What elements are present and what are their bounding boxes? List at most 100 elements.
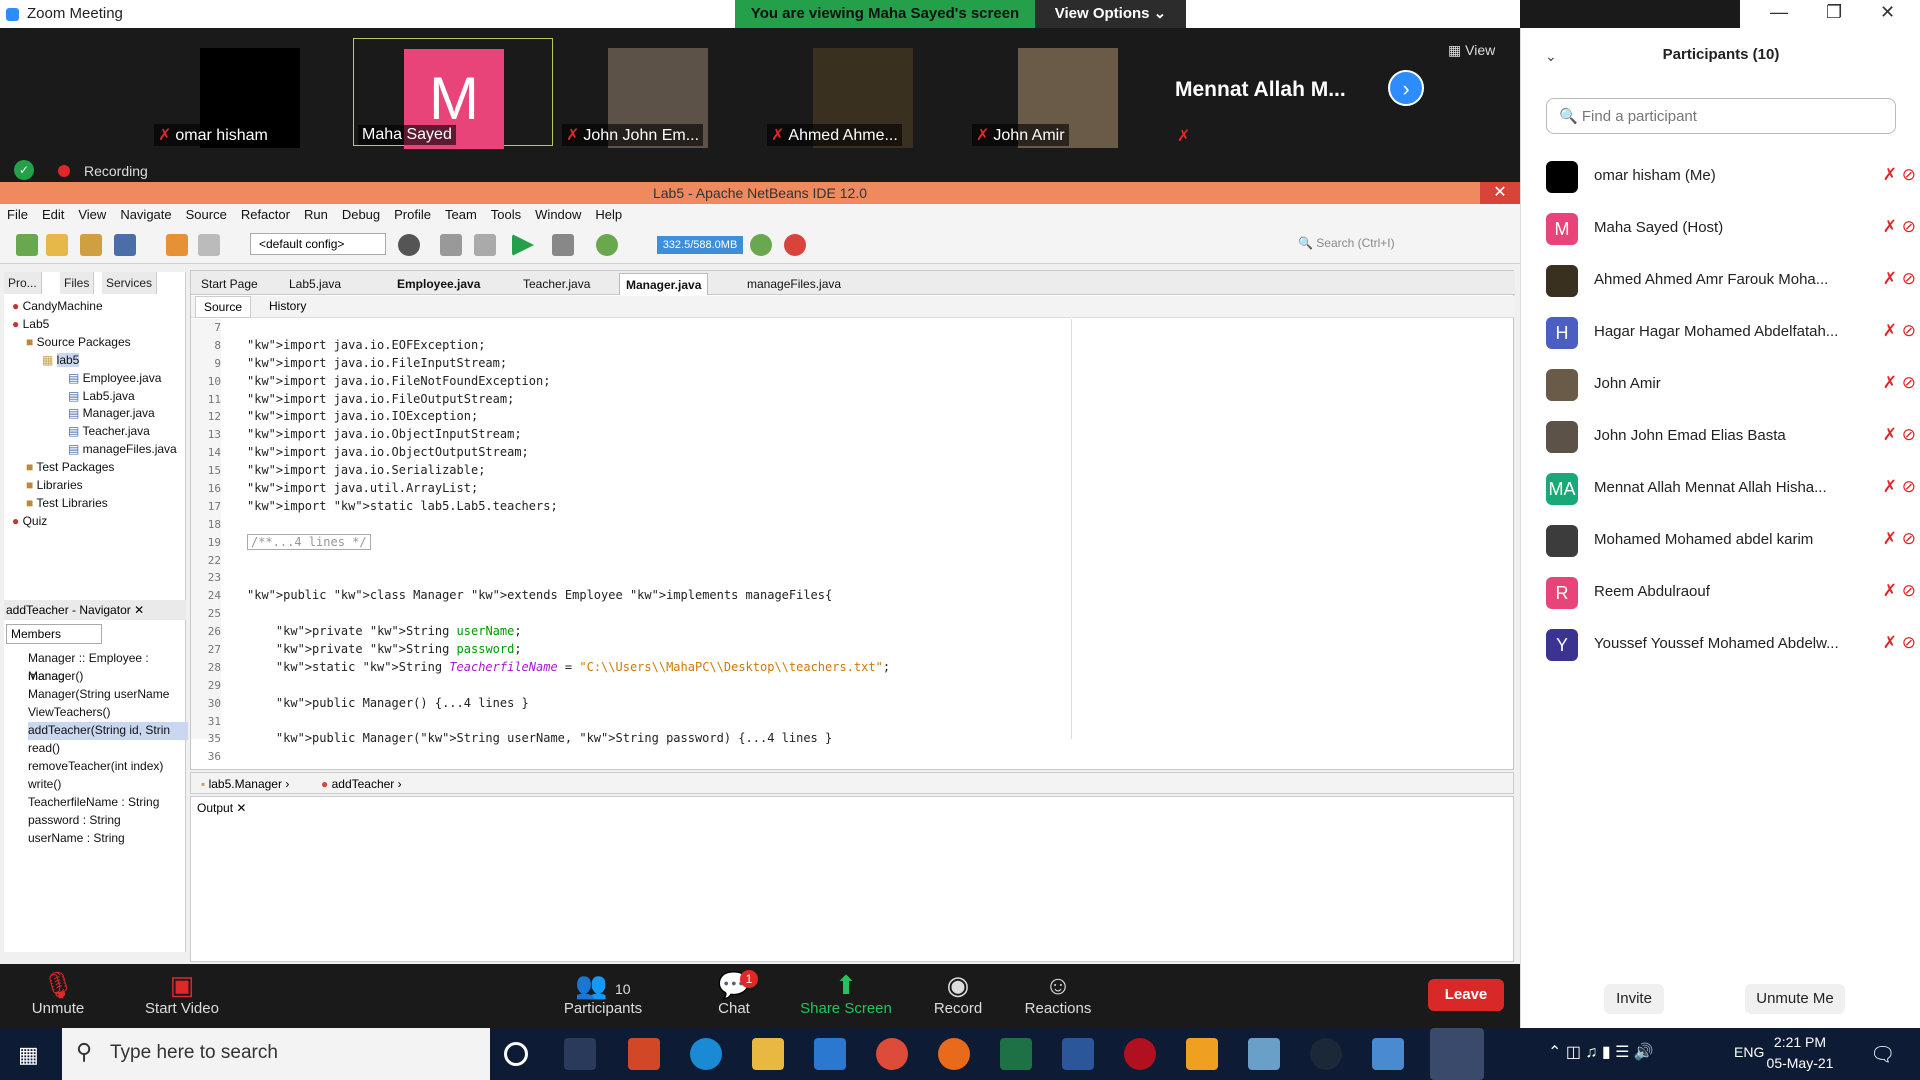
navigator-item[interactable]: Manager() <box>28 668 188 686</box>
navigator-item[interactable]: userName : String <box>28 830 188 848</box>
code-line[interactable]: "kw">import java.io.ObjectOutputStream; <box>247 444 1067 462</box>
reactions-button[interactable]: ☺ Reactions <box>1022 970 1094 1017</box>
clean-build-icon[interactable] <box>474 234 496 256</box>
firefox-icon[interactable] <box>938 1038 970 1070</box>
menu-view[interactable]: View <box>71 204 113 225</box>
navigator-item[interactable]: removeTeacher(int index) <box>28 758 188 776</box>
code-line[interactable]: "kw">import java.io.EOFException; <box>247 337 1067 355</box>
code-line[interactable] <box>247 516 1067 534</box>
undo-icon[interactable] <box>166 234 188 256</box>
participant-row[interactable]: H Hagar Hagar Mohamed Abdelfatah... ✗ ⊘ <box>1546 309 1916 357</box>
view-button[interactable]: ▦ View <box>1448 42 1495 59</box>
video-tile[interactable]: ✗ Ahmed Ahme... <box>763 38 963 148</box>
code-line[interactable]: "kw">import java.io.FileInputStream; <box>247 355 1067 373</box>
menu-team[interactable]: Team <box>438 204 484 225</box>
virtualbox-icon[interactable] <box>1372 1038 1404 1070</box>
menu-navigate[interactable]: Navigate <box>113 204 178 225</box>
menu-profile[interactable]: Profile <box>387 204 438 225</box>
tab-employee-java[interactable]: Employee.java <box>391 273 486 295</box>
find-participant-input[interactable]: 🔍 Find a participant <box>1546 98 1896 134</box>
build-icon[interactable] <box>440 234 462 256</box>
participant-row[interactable]: MA Mennat Allah Mennat Allah Hisha... ✗ ⊘ <box>1546 465 1916 513</box>
source-tab[interactable]: Source <box>195 296 252 318</box>
code-line[interactable]: "kw">import java.io.ObjectInputStream; <box>247 426 1067 444</box>
close-icon[interactable]: ✕ <box>1880 2 1895 23</box>
breadcrumb-method[interactable]: ● addTeacher › <box>321 777 402 791</box>
code-content[interactable]: "kw">import java.io.EOFException; "kw">im… <box>247 319 1067 745</box>
participant-row[interactable]: omar hisham (Me) ✗ ⊘ <box>1546 153 1916 201</box>
tree-item[interactable]: ■ Source Packages <box>12 334 177 352</box>
navigator-item[interactable]: Manager(String userName <box>28 686 188 704</box>
tab-services[interactable]: Services <box>102 272 158 294</box>
participant-row[interactable]: Ahmed Ahmed Amr Farouk Moha... ✗ ⊘ <box>1546 257 1916 305</box>
code-line[interactable]: "kw">private "kw">String password; <box>247 641 1067 659</box>
tree-item[interactable]: ▤ Employee.java <box>12 370 177 388</box>
windows-start-icon[interactable]: ▦ <box>18 1042 39 1068</box>
menu-tools[interactable]: Tools <box>484 204 528 225</box>
tab-lab5-java[interactable]: Lab5.java <box>283 273 347 295</box>
participant-row[interactable]: John Amir ✗ ⊘ <box>1546 361 1916 409</box>
start-video-button[interactable]: ▣ Start Video <box>132 970 232 1017</box>
run-icon[interactable] <box>512 234 534 256</box>
zoom-taskbar-icon[interactable] <box>1430 1028 1484 1080</box>
navigator-item[interactable]: password : String <box>28 812 188 830</box>
video-tile-active[interactable]: M Maha Sayed <box>353 38 553 149</box>
participants-button[interactable]: 👥 10 Participants <box>556 970 650 1017</box>
code-line[interactable] <box>247 748 1067 766</box>
close-icon[interactable]: ✕ <box>134 603 144 617</box>
gc-icon[interactable] <box>750 234 772 256</box>
tray-icons[interactable]: ⌃ ◫ ♫ ▮ ☰ 🔊 <box>1548 1042 1654 1062</box>
antivirus-icon[interactable] <box>1124 1038 1156 1070</box>
code-line[interactable]: /**...4 lines */ <box>247 533 1067 552</box>
video-tile[interactable]: ✗ John Amir <box>968 38 1168 148</box>
cortana-icon[interactable] <box>504 1042 528 1066</box>
edge-icon[interactable] <box>690 1038 722 1070</box>
word-icon[interactable] <box>1062 1038 1094 1070</box>
tab-teacher-java[interactable]: Teacher.java <box>517 273 596 295</box>
invite-button[interactable]: Invite <box>1604 984 1664 1014</box>
code-line[interactable]: "kw">import java.io.Serializable; <box>247 462 1067 480</box>
restore-icon[interactable]: ❐ <box>1826 2 1842 23</box>
tree-item[interactable]: ■ Test Libraries <box>12 495 177 513</box>
open-project-icon[interactable] <box>80 234 102 256</box>
code-line[interactable]: "kw">public Manager() {...4 lines } <box>247 695 1067 713</box>
code-line[interactable] <box>247 713 1067 731</box>
code-line[interactable]: "kw">import java.io.IOException; <box>247 408 1067 426</box>
close-icon[interactable]: ✕ <box>1480 182 1520 204</box>
file-explorer-icon[interactable] <box>752 1038 784 1070</box>
code-line[interactable]: "kw">import java.util.ArrayList; <box>247 480 1067 498</box>
navigator-item[interactable]: write() <box>28 776 188 794</box>
share-screen-button[interactable]: ⬆ Share Screen <box>798 970 894 1017</box>
task-view-icon[interactable] <box>564 1038 596 1070</box>
next-page-icon[interactable]: › <box>1388 70 1424 106</box>
menu-edit[interactable]: Edit <box>35 204 71 225</box>
participant-row[interactable]: M Maha Sayed (Host) ✗ ⊘ <box>1546 205 1916 253</box>
code-line[interactable] <box>247 552 1067 570</box>
menu-source[interactable]: Source <box>179 204 234 225</box>
notifications-icon[interactable]: 🗨 <box>1870 1042 1895 1067</box>
clock[interactable]: 2:21 PM 05-May-21 <box>1760 1032 1840 1074</box>
code-line[interactable]: "kw">import "kw">static lab5.Lab5.teache… <box>247 498 1067 516</box>
code-line[interactable] <box>247 319 1067 337</box>
navigator-item[interactable]: Manager :: Employee : manag <box>28 650 188 683</box>
new-project-icon[interactable] <box>46 234 68 256</box>
config-select[interactable]: <default config> <box>250 233 386 255</box>
tree-item[interactable]: ▤ Manager.java <box>12 405 177 423</box>
code-line[interactable] <box>247 569 1067 587</box>
powerpoint-icon[interactable] <box>628 1038 660 1070</box>
navigator-item[interactable]: ViewTeachers() <box>28 704 188 722</box>
code-line[interactable] <box>247 605 1067 623</box>
output-tab[interactable]: Output ✕ <box>197 801 246 815</box>
menu-refactor[interactable]: Refactor <box>234 204 297 225</box>
taskbar-search-input[interactable]: ⚲ Type here to search <box>62 1028 490 1080</box>
save-all-icon[interactable] <box>114 234 136 256</box>
participant-row[interactable]: Mohamed Mohamed abdel karim ✗ ⊘ <box>1546 517 1916 565</box>
navigator-item-selected[interactable]: addTeacher(String id, Strin <box>28 722 188 740</box>
code-line[interactable]: "kw">private "kw">String userName; <box>247 623 1067 641</box>
stop-icon[interactable] <box>784 234 806 256</box>
tab-projects[interactable]: Pro... <box>4 272 42 294</box>
unmute-button[interactable]: 🎙 Unmute <box>22 970 94 1017</box>
minimize-icon[interactable]: — <box>1770 2 1788 23</box>
breadcrumb-class[interactable]: ▪ lab5.Manager › <box>201 777 289 791</box>
menu-run[interactable]: Run <box>297 204 335 225</box>
